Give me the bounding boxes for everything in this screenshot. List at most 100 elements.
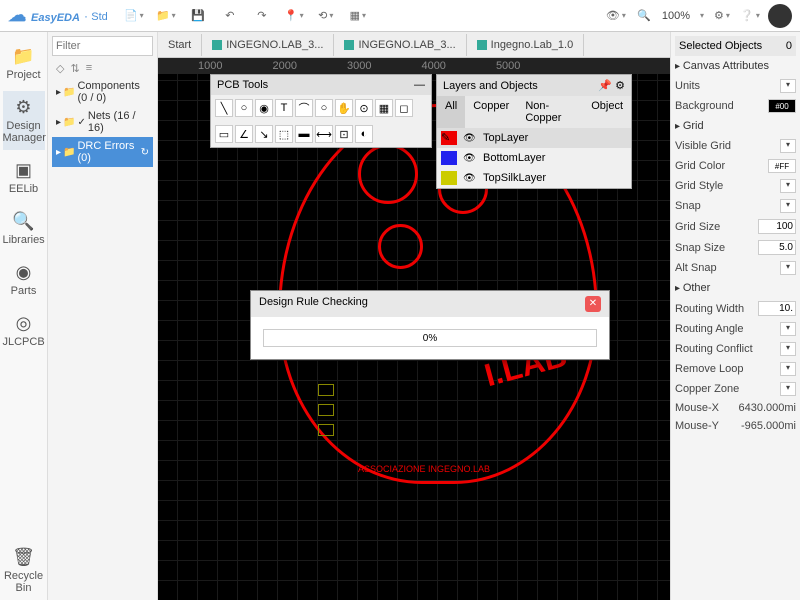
tree-drc-errors[interactable]: ▸📁DRC Errors (0) ↻ — [52, 137, 153, 167]
mouse-x-value: 6430.000mi — [739, 402, 797, 414]
help-icon[interactable]: ❔▾ — [740, 6, 760, 26]
save-icon[interactable]: 💾 — [188, 6, 208, 26]
solid-tool[interactable]: ▬ — [295, 125, 313, 143]
close-icon[interactable]: ✕ — [585, 296, 601, 312]
tree-icon-3[interactable]: ≡ — [86, 62, 92, 75]
hole-tool[interactable]: ⊙ — [355, 99, 373, 117]
units-select[interactable]: ▾ — [780, 79, 796, 93]
snap-label: Snap — [675, 200, 701, 212]
sidebar-libraries[interactable]: 🔍Libraries — [3, 205, 45, 252]
eye-icon[interactable]: 👁 — [463, 173, 477, 184]
via-tool[interactable]: ◉ — [255, 99, 273, 117]
grid-style-label: Grid Style — [675, 180, 723, 192]
location-icon[interactable]: 📍▾ — [284, 6, 304, 26]
grid-section[interactable]: ▸ Grid — [675, 116, 796, 136]
layer-bottom[interactable]: 👁BottomLayer — [437, 148, 631, 168]
layer-tab-object[interactable]: Object — [583, 96, 631, 128]
sidebar-project[interactable]: 📁Project — [3, 40, 45, 87]
routing-width-label: Routing Width — [675, 303, 744, 315]
connect-tool[interactable]: ↘ — [255, 125, 273, 143]
user-avatar[interactable] — [768, 4, 792, 28]
measure-tool[interactable]: ⟷ — [315, 125, 333, 143]
zoom-level[interactable]: 100% — [662, 10, 690, 22]
track-tool[interactable]: ╲ — [215, 99, 233, 117]
folder-icon[interactable]: 📁▾ — [156, 6, 176, 26]
tree-nets[interactable]: ▸📁✓Nets (16 / 16) — [52, 107, 153, 137]
app-logo: ☁ EasyEDA — [8, 5, 80, 26]
layer-top[interactable]: ✎👁TopLayer — [437, 128, 631, 148]
sidebar-parts[interactable]: ◉Parts — [3, 256, 45, 303]
canvas-attributes-section[interactable]: ▸ Canvas Attributes — [675, 56, 796, 76]
zoom-icon[interactable]: 🔍 — [634, 6, 654, 26]
settings-icon[interactable]: ⚙▾ — [712, 6, 732, 26]
document-tabs: Start INGEGNO.LAB_3... INGEGNO.LAB_3... … — [158, 32, 670, 58]
copper-zone-select[interactable]: ▾ — [780, 382, 796, 396]
grid-size-label: Grid Size — [675, 221, 720, 233]
top-toolbar: ☁ EasyEDA · Std 📄▾ 📁▾ 💾 ↶ ↷ 📍▾ ⟲▾ ▦▾ 👁▾ … — [0, 0, 800, 32]
group-tool[interactable]: ⊡ — [335, 125, 353, 143]
eye-icon[interactable]: 👁▾ — [606, 6, 626, 26]
tree-components[interactable]: ▸📁Components (0 / 0) — [52, 77, 153, 107]
tab-start[interactable]: Start — [158, 34, 202, 56]
filter-input[interactable] — [52, 36, 153, 56]
alt-snap-select[interactable]: ▾ — [780, 261, 796, 275]
layer-silk[interactable]: 👁TopSilkLayer — [437, 168, 631, 188]
sidebar-eelib[interactable]: ▣EELib — [3, 154, 45, 201]
grid-style-select[interactable]: ▾ — [780, 179, 796, 193]
tree-icon-2[interactable]: ⇅ — [70, 62, 79, 75]
eye-icon[interactable]: 👁 — [463, 153, 477, 164]
undo-icon[interactable]: ↶ — [220, 6, 240, 26]
app-edition: · Std — [84, 9, 108, 23]
grid-size-input[interactable] — [758, 219, 796, 234]
top-menu-icons: 📄▾ 📁▾ 💾 ↶ ↷ 📍▾ ⟲▾ ▦▾ — [124, 6, 368, 26]
gear-icon[interactable]: ⚙ — [615, 80, 625, 92]
layers-title: Layers and Objects📌 ⚙ — [437, 75, 631, 96]
pad-tool[interactable]: ○ — [235, 99, 253, 117]
sidebar-jlcpcb[interactable]: ◎JLCPCB — [3, 307, 45, 354]
arc-tool[interactable]: ⌒ — [295, 99, 313, 117]
component-2 — [318, 404, 334, 416]
dimension-tool[interactable]: ∠ — [235, 125, 253, 143]
rect-tool[interactable]: ▭ — [215, 125, 233, 143]
dialog-titlebar[interactable]: Design Rule Checking✕ — [251, 291, 609, 317]
align-icon[interactable]: ▦▾ — [348, 6, 368, 26]
pcb-tools-title: PCB Tools— — [211, 75, 431, 95]
layer-tab-noncopper[interactable]: Non-Copper — [517, 96, 583, 128]
layers-panel[interactable]: Layers and Objects📌 ⚙ All Copper Non-Cop… — [436, 74, 632, 189]
visible-grid-select[interactable]: ▾ — [780, 139, 796, 153]
properties-panel: Selected Objects0 ▸ Canvas Attributes Un… — [670, 32, 800, 600]
grid-color-value[interactable]: #FF — [768, 159, 796, 173]
routing-width-input[interactable] — [758, 301, 796, 316]
sidebar-design-manager[interactable]: ⚙Design Manager — [3, 91, 45, 150]
rotate-icon[interactable]: ⟲▾ — [316, 6, 336, 26]
background-color[interactable]: #00 — [768, 99, 796, 113]
gear-shape-1 — [358, 144, 418, 204]
canvas-tool[interactable]: ◻ — [395, 99, 413, 117]
pin-icon[interactable]: 📌 — [598, 80, 612, 92]
snap-size-input[interactable] — [758, 240, 796, 255]
file-icon[interactable]: 📄▾ — [124, 6, 144, 26]
layer-tab-all[interactable]: All — [437, 96, 465, 128]
minimize-icon[interactable]: — — [414, 79, 425, 91]
text-tool[interactable]: T — [275, 99, 293, 117]
routing-conflict-select[interactable]: ▾ — [780, 342, 796, 356]
grid-color-label: Grid Color — [675, 160, 725, 172]
remove-loop-select[interactable]: ▾ — [780, 362, 796, 376]
eye-icon[interactable]: 👁 — [463, 133, 477, 144]
image-tool[interactable]: ▦ — [375, 99, 393, 117]
other-section[interactable]: ▸ Other — [675, 278, 796, 298]
tab-pcb[interactable]: Ingegno.Lab_1.0 — [467, 34, 585, 56]
layer-tab-copper[interactable]: Copper — [465, 96, 517, 128]
move-tool[interactable]: ✋ — [335, 99, 353, 117]
snap-select[interactable]: ▾ — [780, 199, 796, 213]
tab-sch-1[interactable]: INGEGNO.LAB_3... — [202, 34, 334, 56]
protractor-tool[interactable]: ◐ — [355, 125, 373, 143]
routing-angle-select[interactable]: ▾ — [780, 322, 796, 336]
tab-sch-2[interactable]: INGEGNO.LAB_3... — [334, 34, 466, 56]
redo-icon[interactable]: ↷ — [252, 6, 272, 26]
pcb-tools-panel[interactable]: PCB Tools— ╲ ○ ◉ T ⌒ ○ ✋ ⊙ ▦ ◻ ▭ ∠ ↘ ⬚ ▬… — [210, 74, 432, 148]
sidebar-recycle-bin[interactable]: 🗑Recycle Bin — [3, 541, 45, 600]
copper-tool[interactable]: ⬚ — [275, 125, 293, 143]
circle-tool[interactable]: ○ — [315, 99, 333, 117]
tree-icon-1[interactable]: ◇ — [56, 62, 64, 75]
